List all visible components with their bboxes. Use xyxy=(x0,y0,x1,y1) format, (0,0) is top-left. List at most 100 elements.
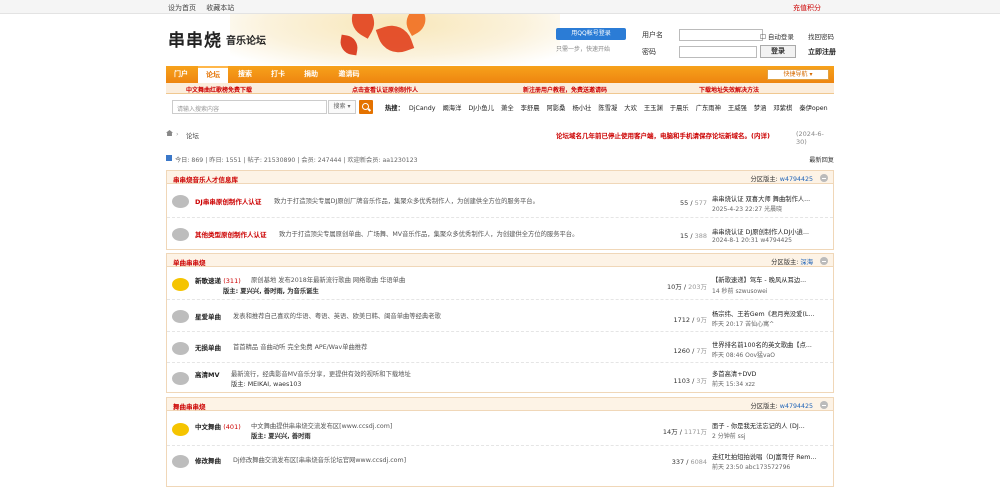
site-notice[interactable]: 论坛域名几年前已停止使用客户端，电脑和手机请保存论坛新域名。(内详) xyxy=(556,130,770,140)
hot-search-term[interactable]: 梦涵 xyxy=(754,105,767,112)
hot-search-term[interactable]: DJ小鱼儿 xyxy=(468,105,494,112)
search-button[interactable] xyxy=(359,100,373,114)
section-title[interactable]: 串串烧音乐人才信息库 xyxy=(173,174,238,184)
promo-link[interactable]: 新注册用户教程，免费送邀请码 xyxy=(523,85,607,94)
forum-name[interactable]: 其他类型原创制作人认证 xyxy=(195,229,267,239)
notice-date: (2024-6-30) xyxy=(796,130,824,146)
set-home-link[interactable]: 设为首页 xyxy=(168,4,196,12)
section-title[interactable]: 单曲串串烧 xyxy=(173,257,206,267)
forum-description: 致力于打造顶尖专属原创单曲、广场舞、MV音乐作品，集聚众多优秀制作人，为创建供全… xyxy=(279,231,579,238)
forum-posts: 3万 xyxy=(696,377,707,385)
forum-moderators[interactable]: 版主: 夏兴兴, 善时雨, 为音乐诞生 xyxy=(223,286,319,295)
forum-count: 55 / 577 xyxy=(679,199,707,207)
last-post-title[interactable]: 串串烧认证 DJ原创制作人DJ小逍... xyxy=(712,227,828,236)
forum-icon-new xyxy=(172,423,189,436)
search-input[interactable]: 请输入搜索内容 xyxy=(172,100,327,114)
forum-count: 337 / 6084 xyxy=(671,458,707,466)
nav-forum[interactable]: 论坛 xyxy=(198,66,228,83)
last-post-meta: 2024-8-1 20:31 w4794425 xyxy=(712,237,792,244)
forum-count: 10万 / 203万 xyxy=(666,283,707,291)
main-nav: 门户 论坛 搜索 打卡 捐助 邀请码 xyxy=(166,66,834,83)
forum-row: 星爱单曲 发表和推荐自己喜欢的华语、粤语、英语、欧美日韩、闽音单曲等经典老歌 1… xyxy=(167,300,833,332)
section-header: 舞曲串串烧 分区版主: w4794425 xyxy=(167,398,833,411)
collapse-icon[interactable] xyxy=(820,257,828,265)
promo-link[interactable]: 下载地址失效解决方法 xyxy=(699,85,759,94)
forum-description: 原创基地 发布2018年最新流行歌曲 网络歌曲 华语单曲 xyxy=(251,277,406,284)
hot-search-term[interactable]: 李舒晨 xyxy=(521,105,540,112)
hot-search-term[interactable]: 秦伊open xyxy=(799,105,827,112)
forum-description: Dj修改舞曲交流发布区[串串烧音乐论坛官网www.ccsdj.com] xyxy=(233,457,407,464)
nav-invite-code[interactable]: 邀请码 xyxy=(331,66,367,83)
forum-description: 发表和推荐自己喜欢的华语、粤语、英语、欧美日韩、闽音单曲等经典老歌 xyxy=(233,313,441,320)
auto-login-checkbox[interactable]: ☐ 自动登录 xyxy=(760,31,794,41)
forum-topics: 1103 xyxy=(673,377,691,385)
last-post-title[interactable]: 面子 - 你是我无法忘记的人 (DJ... xyxy=(712,421,828,430)
section-moderator: 分区版主: 深海 xyxy=(771,257,813,266)
qq-login-button[interactable]: 用QQ帐号登录 xyxy=(556,28,626,40)
hot-search-term[interactable]: 大欢 xyxy=(624,105,637,112)
register-link[interactable]: 立即注册 xyxy=(808,47,836,57)
promo-link[interactable]: 点击查看认证原创制作人 xyxy=(352,85,418,94)
hot-search-term[interactable]: 萧全 xyxy=(501,105,514,112)
top-links: 设为首页 收藏本站 xyxy=(168,3,242,13)
hot-search-term[interactable]: 陈雪凝 xyxy=(598,105,617,112)
nav-search[interactable]: 搜索 xyxy=(230,66,260,83)
quick-nav-dropdown[interactable]: 快捷导航 ▾ xyxy=(767,69,829,80)
login-button[interactable]: 登录 xyxy=(760,45,796,58)
collapse-icon[interactable] xyxy=(820,401,828,409)
nav-portal[interactable]: 门户 xyxy=(166,66,196,83)
forum-count: 14万 / 1171万 xyxy=(662,428,707,436)
hot-search-term[interactable]: 阿影桑 xyxy=(547,105,566,112)
forum-name[interactable]: 高清MV xyxy=(195,369,220,379)
last-post-title[interactable]: 走红吐拍短拍说唱（DJ富哥仔 Rem... xyxy=(712,452,828,461)
forum-name[interactable]: 中文舞曲 (401) xyxy=(195,421,241,431)
breadcrumb-current[interactable]: 论坛 xyxy=(186,130,199,140)
hot-search-list: 热搜： DjCandy 阚海洋 DJ小鱼儿 萧全 李舒晨 阿影桑 杨小壮 陈雪凝… xyxy=(385,103,833,112)
last-post-title[interactable]: 串串烧认证 双喜大师 舞曲制作人... xyxy=(712,194,828,203)
collapse-icon[interactable] xyxy=(820,174,828,182)
hot-search-term[interactable]: 阚海洋 xyxy=(443,105,462,112)
forum-name[interactable]: 新歌速递 (311) xyxy=(195,275,241,285)
last-post-title[interactable]: 【新歌速递】驾车 - 晚风从耳边... xyxy=(712,275,828,284)
site-logo[interactable]: 串串烧 xyxy=(168,26,222,51)
moderator-link[interactable]: w4794425 xyxy=(780,403,813,410)
latest-replies-link[interactable]: 最新回复 xyxy=(809,155,834,164)
forum-name[interactable]: DJ串串原创制作人认证 xyxy=(195,196,261,206)
hot-search-term[interactable]: 广东雨神 xyxy=(696,105,721,112)
home-icon[interactable] xyxy=(166,130,173,136)
forum-moderators[interactable]: 版主: MEIKAI, waes103 xyxy=(231,379,301,388)
breadcrumb: › 论坛 论坛域名几年前已停止使用客户端，电脑和手机请保存论坛新域名。(内详) … xyxy=(166,128,834,146)
search-type-select[interactable]: 搜索 ▾ xyxy=(328,100,356,114)
forum-name[interactable]: 无损单曲 xyxy=(195,342,221,352)
find-password-link[interactable]: 找回密码 xyxy=(808,31,834,41)
forum-name[interactable]: 修改舞曲 xyxy=(195,455,221,465)
forum-row: DJ串串原创制作人认证 致力于打造顶尖专属DJ原创厂牌音乐作品，集聚众多优秀制作… xyxy=(167,185,833,218)
forum-topics: 337 xyxy=(671,458,685,466)
last-post-title[interactable]: 多首高清+DVD xyxy=(712,369,828,378)
recharge-link[interactable]: 充值积分 xyxy=(793,3,821,13)
forum-count: 1260 / 7万 xyxy=(673,347,707,355)
username-input[interactable] xyxy=(679,29,763,41)
bookmark-link[interactable]: 收藏本站 xyxy=(206,4,234,12)
password-input[interactable] xyxy=(679,46,757,58)
nav-donate[interactable]: 捐助 xyxy=(296,66,326,83)
moderator-link[interactable]: w4794425 xyxy=(780,176,813,183)
hot-search-term[interactable]: 王威强 xyxy=(728,105,747,112)
hot-search-term[interactable]: 杨小壮 xyxy=(572,105,591,112)
forum-name[interactable]: 星爱单曲 xyxy=(195,311,221,321)
moderator-link[interactable]: 深海 xyxy=(800,259,813,266)
forum-posts: 577 xyxy=(694,199,707,207)
nav-checkin[interactable]: 打卡 xyxy=(263,66,293,83)
promo-link[interactable]: 中文舞曲红歌榜免费下载 xyxy=(186,85,252,94)
forum-description: 首首精品 音曲动听 完全免费 APE/Wav单曲推荐 xyxy=(233,344,368,351)
forum-name-text: 中文舞曲 xyxy=(195,423,221,431)
last-post-title[interactable]: 世界排名前100名的英文歌曲【点... xyxy=(712,340,828,349)
forum-moderators[interactable]: 版主: 夏兴兴, 善时雨 xyxy=(251,431,311,440)
hot-search-term[interactable]: 王玉渊 xyxy=(644,105,663,112)
search-type-label: 搜索 xyxy=(333,103,346,110)
hot-search-term[interactable]: DjCandy xyxy=(409,105,436,112)
hot-search-term[interactable]: 于晨乐 xyxy=(670,105,689,112)
last-post-title[interactable]: 杨宗纬、王若Gem《君月亮没爱(L... xyxy=(712,309,828,318)
section-title[interactable]: 舞曲串串烧 xyxy=(173,401,206,411)
hot-search-term[interactable]: 邓紫棋 xyxy=(773,105,792,112)
